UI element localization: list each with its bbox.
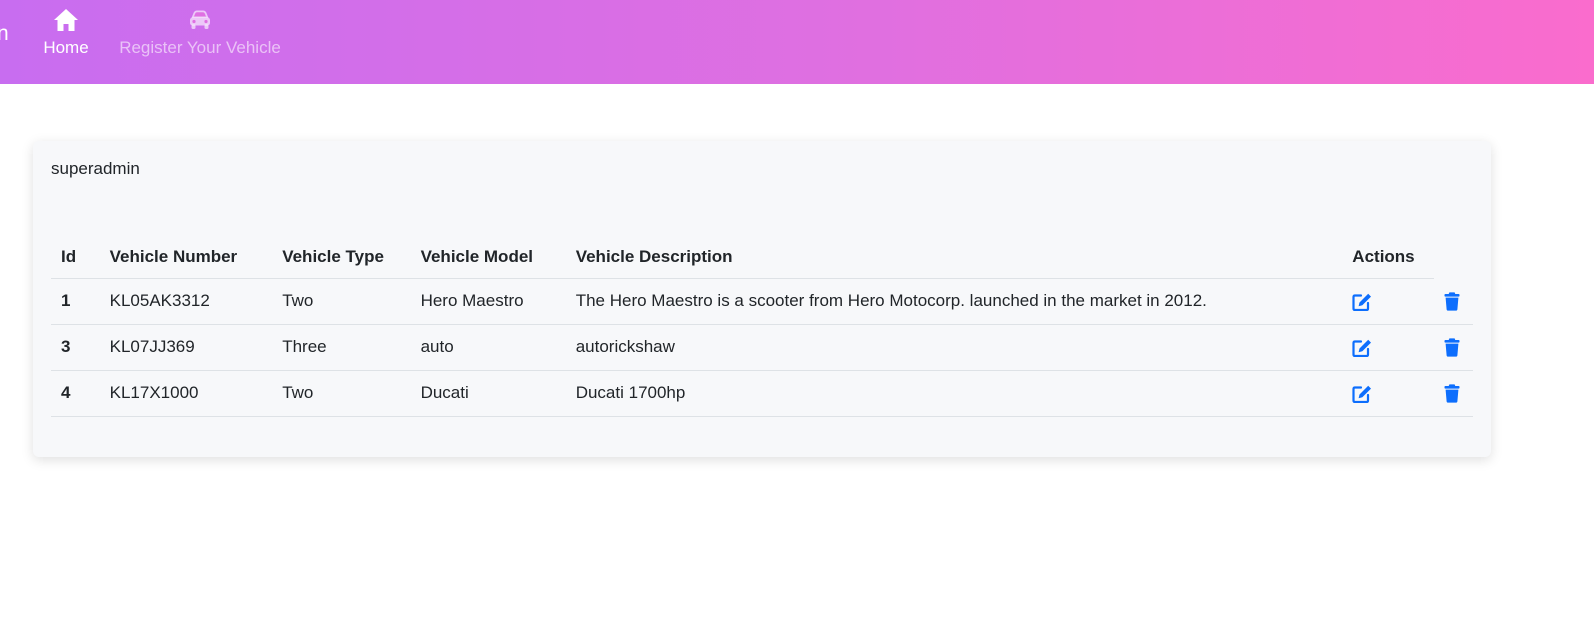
trash-icon (1444, 338, 1460, 357)
table-row: 4 KL17X1000 Two Ducati Ducati 1700hp (51, 370, 1473, 417)
trash-icon (1444, 384, 1460, 403)
table-header-row: Id Vehicle Number Vehicle Type Vehicle M… (51, 236, 1473, 279)
cell-delete-action (1434, 324, 1473, 371)
cell-vehicle-model: Ducati (410, 370, 566, 417)
edit-icon (1352, 385, 1372, 403)
header-vehicle-description: Vehicle Description (565, 236, 1343, 279)
cell-vehicle-type: Two (272, 370, 411, 417)
cell-vehicle-description: The Hero Maestro is a scooter from Hero … (565, 278, 1343, 325)
header-vehicle-type: Vehicle Type (272, 236, 411, 279)
nav-home[interactable]: Home (40, 8, 92, 58)
cell-edit-action (1342, 278, 1435, 325)
delete-button[interactable] (1444, 338, 1460, 357)
header-vehicle-number: Vehicle Number (99, 236, 273, 279)
nav-home-label: Home (43, 38, 89, 57)
cell-delete-action (1434, 370, 1473, 417)
nav-register-vehicle[interactable]: Register Your Vehicle (116, 8, 284, 58)
cell-vehicle-number: KL05AK3312 (99, 278, 273, 325)
cell-vehicle-description: Ducati 1700hp (565, 370, 1343, 417)
cell-vehicle-number: KL17X1000 (99, 370, 273, 417)
cell-id: 4 (51, 370, 100, 417)
username-label: superadmin (51, 159, 140, 178)
cell-vehicle-type: Two (272, 278, 411, 325)
nav-register-label: Register Your Vehicle (119, 38, 281, 57)
header-vehicle-model: Vehicle Model (410, 236, 566, 279)
trash-icon (1444, 292, 1460, 311)
cell-vehicle-type: Three (272, 324, 411, 371)
cell-vehicle-description: autorickshaw (565, 324, 1343, 371)
cell-edit-action (1342, 370, 1435, 417)
top-navbar: n Home Register Your Vehicle (0, 0, 1594, 84)
cell-vehicle-model: Hero Maestro (410, 278, 566, 325)
cell-edit-action (1342, 324, 1435, 371)
brand-text[interactable]: n (0, 22, 9, 46)
header-id: Id (51, 236, 100, 279)
edit-button[interactable] (1352, 293, 1372, 311)
table-row: 3 KL07JJ369 Three auto autorickshaw (51, 324, 1473, 371)
cell-id: 3 (51, 324, 100, 371)
delete-button[interactable] (1444, 384, 1460, 403)
cell-vehicle-model: auto (410, 324, 566, 371)
cell-delete-action (1434, 278, 1473, 325)
cell-vehicle-number: KL07JJ369 (99, 324, 273, 371)
edit-icon (1352, 293, 1372, 311)
vehicle-card: superadmin Id Vehicle Number Vehicle Typ… (33, 141, 1491, 457)
header-blank (1434, 236, 1473, 278)
home-icon (54, 9, 78, 31)
edit-icon (1352, 339, 1372, 357)
edit-button[interactable] (1352, 339, 1372, 357)
vehicle-table: Id Vehicle Number Vehicle Type Vehicle M… (51, 236, 1473, 417)
edit-button[interactable] (1352, 385, 1372, 403)
car-icon (190, 10, 210, 29)
table-row: 1 KL05AK3312 Two Hero Maestro The Hero M… (51, 278, 1473, 325)
header-actions: Actions (1342, 236, 1435, 279)
cell-id: 1 (51, 278, 100, 325)
delete-button[interactable] (1444, 292, 1460, 311)
